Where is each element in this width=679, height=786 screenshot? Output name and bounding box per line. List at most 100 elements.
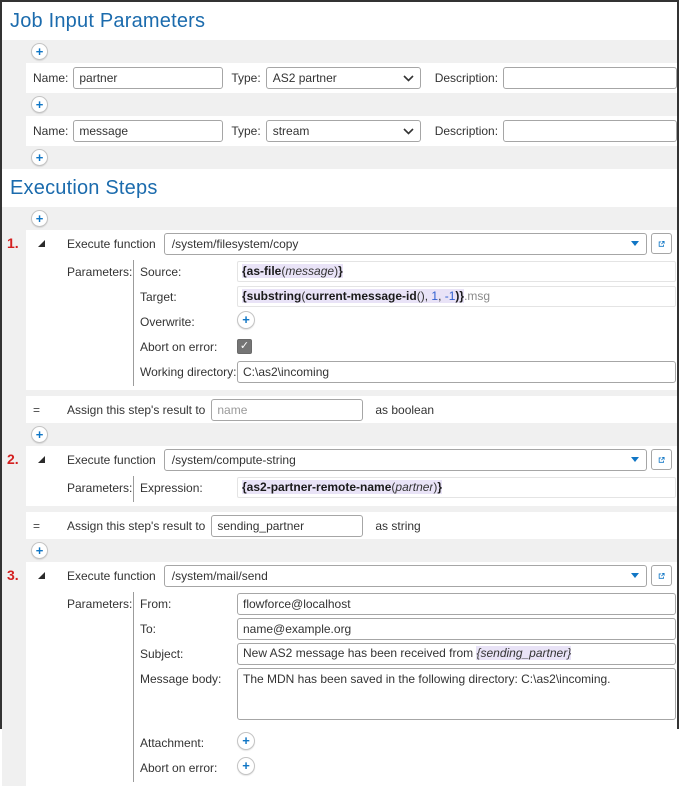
parameter-row[interactable]: Abort on error:✓: [140, 336, 676, 359]
parameter-value[interactable]: [237, 618, 676, 640]
message-body-textarea[interactable]: [237, 668, 676, 720]
collapse-triangle-icon[interactable]: [38, 456, 45, 463]
add-parameter-button[interactable]: +: [237, 311, 255, 329]
plus-icon: +: [36, 45, 44, 59]
parameter-value-input[interactable]: [237, 593, 676, 615]
parameters-section[interactable]: Parameters:Source:{as-file(message)}Targ…: [26, 260, 677, 386]
expression-value-field[interactable]: {as-file(message)}: [237, 261, 676, 282]
collapse-triangle-icon[interactable]: [38, 572, 45, 579]
parameter-row[interactable]: Message body:: [140, 668, 676, 723]
execute-function-row[interactable]: Execute function/system/filesystem/copy: [26, 230, 677, 257]
add-button[interactable]: +: [31, 43, 48, 60]
open-function-button[interactable]: [651, 233, 672, 254]
execute-function-row[interactable]: Execute function/system/compute-string: [26, 446, 677, 473]
parameter-value[interactable]: [237, 361, 676, 383]
add-row[interactable]: +: [2, 539, 677, 562]
assign-result-input[interactable]: [211, 515, 363, 537]
parameter-value[interactable]: {as-file(message)}: [237, 261, 676, 282]
add-button[interactable]: +: [31, 96, 48, 113]
parameter-row[interactable]: From:: [140, 593, 676, 616]
parameter-name-label: Target:: [140, 286, 237, 304]
assign-type-suffix: as string: [375, 519, 420, 533]
execute-function-row[interactable]: Execute function/system/mail/send: [26, 562, 677, 589]
parameters-body[interactable]: Source:{as-file(message)}Target:{substri…: [133, 260, 677, 386]
parameter-value[interactable]: ✓: [237, 336, 676, 354]
parameter-row[interactable]: Overwrite:+: [140, 311, 676, 334]
add-button[interactable]: +: [31, 210, 48, 227]
execution-step[interactable]: 1.Execute function/system/filesystem/cop…: [26, 230, 677, 390]
job-input-parameters-title: Job Input Parameters: [10, 10, 677, 33]
expression-value-field[interactable]: {substring(current-message-id(), 1, -1)}…: [237, 286, 676, 307]
parameters-section[interactable]: Parameters:From:To:Subject:New AS2 messa…: [26, 592, 677, 782]
execute-function-label: Execute function: [67, 569, 156, 583]
parameters-body[interactable]: Expression:{as2-partner-remote-name(part…: [133, 476, 677, 502]
add-row[interactable]: +: [2, 146, 677, 169]
parameter-row[interactable]: Expression:{as2-partner-remote-name(part…: [140, 477, 676, 500]
plus-icon: +: [36, 428, 44, 442]
execution-step[interactable]: 3.Execute function/system/mail/sendParam…: [26, 562, 677, 786]
parameter-row[interactable]: To:: [140, 618, 676, 641]
parameter-row[interactable]: Source:{as-file(message)}: [140, 261, 676, 284]
parameter-value[interactable]: {substring(current-message-id(), 1, -1)}…: [237, 286, 676, 307]
function-path-combobox[interactable]: /system/compute-string: [164, 449, 647, 471]
expression-token: }: [338, 264, 343, 278]
chevron-down-icon: [403, 75, 414, 82]
parameter-value[interactable]: +: [237, 757, 676, 775]
add-parameter-button[interactable]: +: [237, 757, 255, 775]
open-function-button[interactable]: [651, 449, 672, 470]
parameter-type-select[interactable]: AS2 partner: [266, 67, 421, 89]
add-button[interactable]: +: [31, 426, 48, 443]
parameter-value[interactable]: [237, 593, 676, 615]
parameter-value-input[interactable]: [237, 618, 676, 640]
assign-result-row[interactable]: =Assign this step's result toas string: [26, 512, 677, 539]
parameter-row[interactable]: Abort on error:+: [140, 757, 676, 780]
open-function-button[interactable]: [651, 565, 672, 586]
parameter-name-label: Attachment:: [140, 732, 237, 750]
abort-on-error-checkbox[interactable]: ✓: [237, 339, 252, 354]
add-button[interactable]: +: [31, 542, 48, 559]
add-row[interactable]: +: [2, 40, 677, 63]
assign-result-input[interactable]: [211, 399, 363, 421]
execution-step[interactable]: 2.Execute function/system/compute-string…: [26, 446, 677, 506]
expression-token: New AS2 message has been received from: [243, 646, 476, 660]
expression-value-field[interactable]: {as2-partner-remote-name(partner)}: [237, 477, 676, 498]
add-row[interactable]: +: [2, 93, 677, 116]
function-path-combobox[interactable]: /system/filesystem/copy: [164, 233, 647, 255]
parameter-type-select[interactable]: stream: [266, 120, 421, 142]
parameters-section[interactable]: Parameters:Expression:{as2-partner-remot…: [26, 476, 677, 502]
parameter-name-input[interactable]: [73, 120, 223, 142]
parameter-value[interactable]: [237, 668, 676, 723]
function-path-value: /system/mail/send: [172, 569, 268, 583]
parameter-name-label: Message body:: [140, 668, 237, 686]
parameter-value[interactable]: +: [237, 311, 676, 329]
parameter-value-input[interactable]: [237, 361, 676, 383]
selected-type-value: AS2 partner: [273, 71, 337, 85]
job-parameter-row[interactable]: Name:Type:AS2 partnerDescription:: [26, 63, 677, 93]
subject-value-field[interactable]: New AS2 message has been received from {…: [237, 643, 676, 665]
parameters-body[interactable]: From: To: Subject:New AS2 message has been…: [133, 592, 677, 782]
assign-result-label: Assign this step's result to: [67, 403, 205, 417]
add-row[interactable]: +: [2, 423, 677, 446]
collapse-triangle-icon[interactable]: [38, 240, 45, 247]
parameter-row[interactable]: Working directory:: [140, 361, 676, 384]
parameter-name-label: To:: [140, 618, 237, 636]
expression-token: partner: [395, 480, 433, 494]
parameter-description-input[interactable]: [503, 120, 677, 142]
parameter-name-input[interactable]: [73, 67, 223, 89]
parameter-value[interactable]: New AS2 message has been received from {…: [237, 643, 676, 665]
job-parameter-row[interactable]: Name:Type:streamDescription:: [26, 116, 677, 146]
step-number: 2.: [7, 451, 19, 467]
parameter-row[interactable]: Subject:New AS2 message has been receive…: [140, 643, 676, 666]
plus-icon: +: [242, 759, 250, 773]
parameter-value[interactable]: +: [237, 732, 676, 750]
function-path-combobox[interactable]: /system/mail/send: [164, 565, 647, 587]
parameter-name-label: Working directory:: [140, 361, 237, 379]
parameter-description-input[interactable]: [503, 67, 677, 89]
assign-result-row[interactable]: =Assign this step's result toas boolean: [26, 396, 677, 423]
add-parameter-button[interactable]: +: [237, 732, 255, 750]
add-row[interactable]: +: [2, 207, 677, 230]
parameter-row[interactable]: Attachment:+: [140, 732, 676, 755]
add-button[interactable]: +: [31, 149, 48, 166]
parameter-value[interactable]: {as2-partner-remote-name(partner)}: [237, 477, 676, 498]
parameter-row[interactable]: Target:{substring(current-message-id(), …: [140, 286, 676, 309]
